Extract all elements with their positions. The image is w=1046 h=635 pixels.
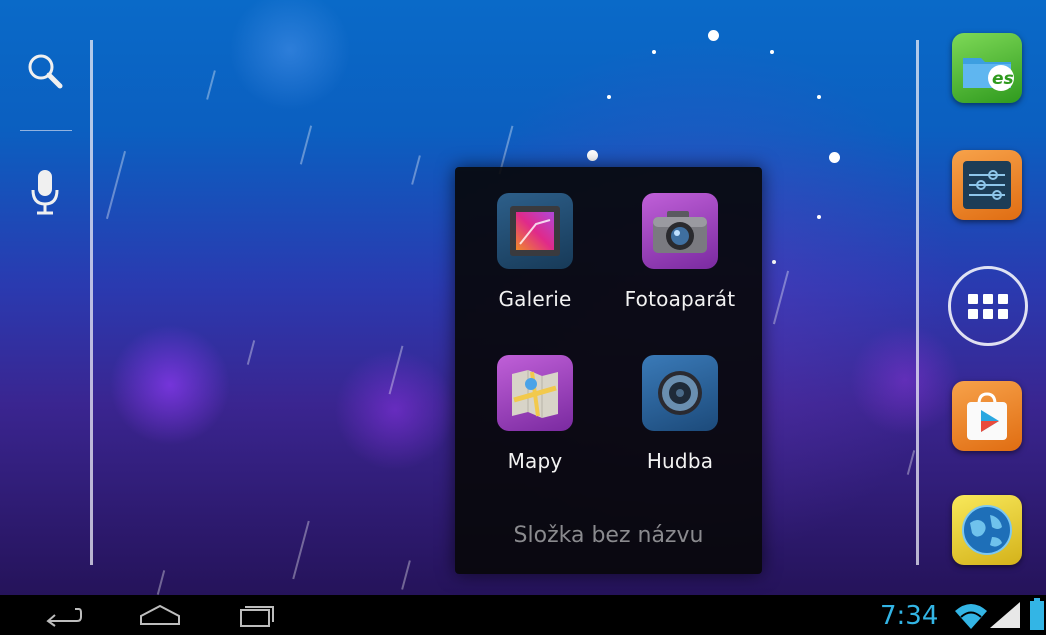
home-icon xyxy=(140,604,180,625)
settings-icon xyxy=(963,161,1011,209)
music-icon xyxy=(658,371,702,415)
dock-item-settings[interactable] xyxy=(952,150,1022,220)
search-icon xyxy=(28,54,63,89)
dock-item-play-store[interactable] xyxy=(952,381,1022,451)
wifi-icon xyxy=(955,604,987,629)
dock-item-browser[interactable] xyxy=(952,495,1022,565)
open-folder-panel: Galerie Fotoaparát Mapy Hudba Složka bez… xyxy=(455,167,762,574)
folder-app-music[interactable]: Hudba xyxy=(610,355,750,473)
search-divider xyxy=(20,130,72,131)
recent-apps-button[interactable] xyxy=(232,595,282,635)
microphone-icon xyxy=(31,170,59,215)
folder-app-maps[interactable]: Mapy xyxy=(465,355,605,473)
folder-name-label[interactable]: Složka bez názvu xyxy=(455,523,762,548)
left-edge-divider xyxy=(90,40,93,565)
browser-globe-icon xyxy=(962,505,1012,555)
gallery-icon xyxy=(510,206,560,256)
voice-search-button[interactable] xyxy=(22,165,68,221)
dock-divider xyxy=(916,40,919,565)
play-store-icon xyxy=(967,392,1007,440)
folder-app-gallery[interactable]: Galerie xyxy=(465,193,605,311)
back-button[interactable] xyxy=(38,595,88,635)
es-file-explorer-icon: es xyxy=(963,58,1014,91)
folder-app-label: Mapy xyxy=(507,449,563,473)
search-button[interactable] xyxy=(22,48,68,94)
dock-item-es-file-explorer[interactable]: es xyxy=(952,33,1022,103)
folder-app-label: Galerie xyxy=(498,287,572,311)
all-apps-icon xyxy=(968,293,1008,319)
all-apps-button[interactable] xyxy=(948,266,1028,346)
maps-icon xyxy=(512,370,558,418)
folder-app-label: Fotoaparát xyxy=(624,287,736,311)
signal-icon xyxy=(990,602,1020,628)
folder-app-camera[interactable]: Fotoaparát xyxy=(610,193,750,311)
status-time: 7:34 xyxy=(880,601,939,631)
home-button[interactable] xyxy=(135,595,185,635)
svg-text:es: es xyxy=(992,69,1014,89)
back-icon xyxy=(46,608,82,627)
battery-icon xyxy=(1030,598,1044,630)
camera-icon xyxy=(653,211,707,253)
recent-apps-icon xyxy=(240,606,274,627)
folder-app-label: Hudba xyxy=(646,449,714,473)
